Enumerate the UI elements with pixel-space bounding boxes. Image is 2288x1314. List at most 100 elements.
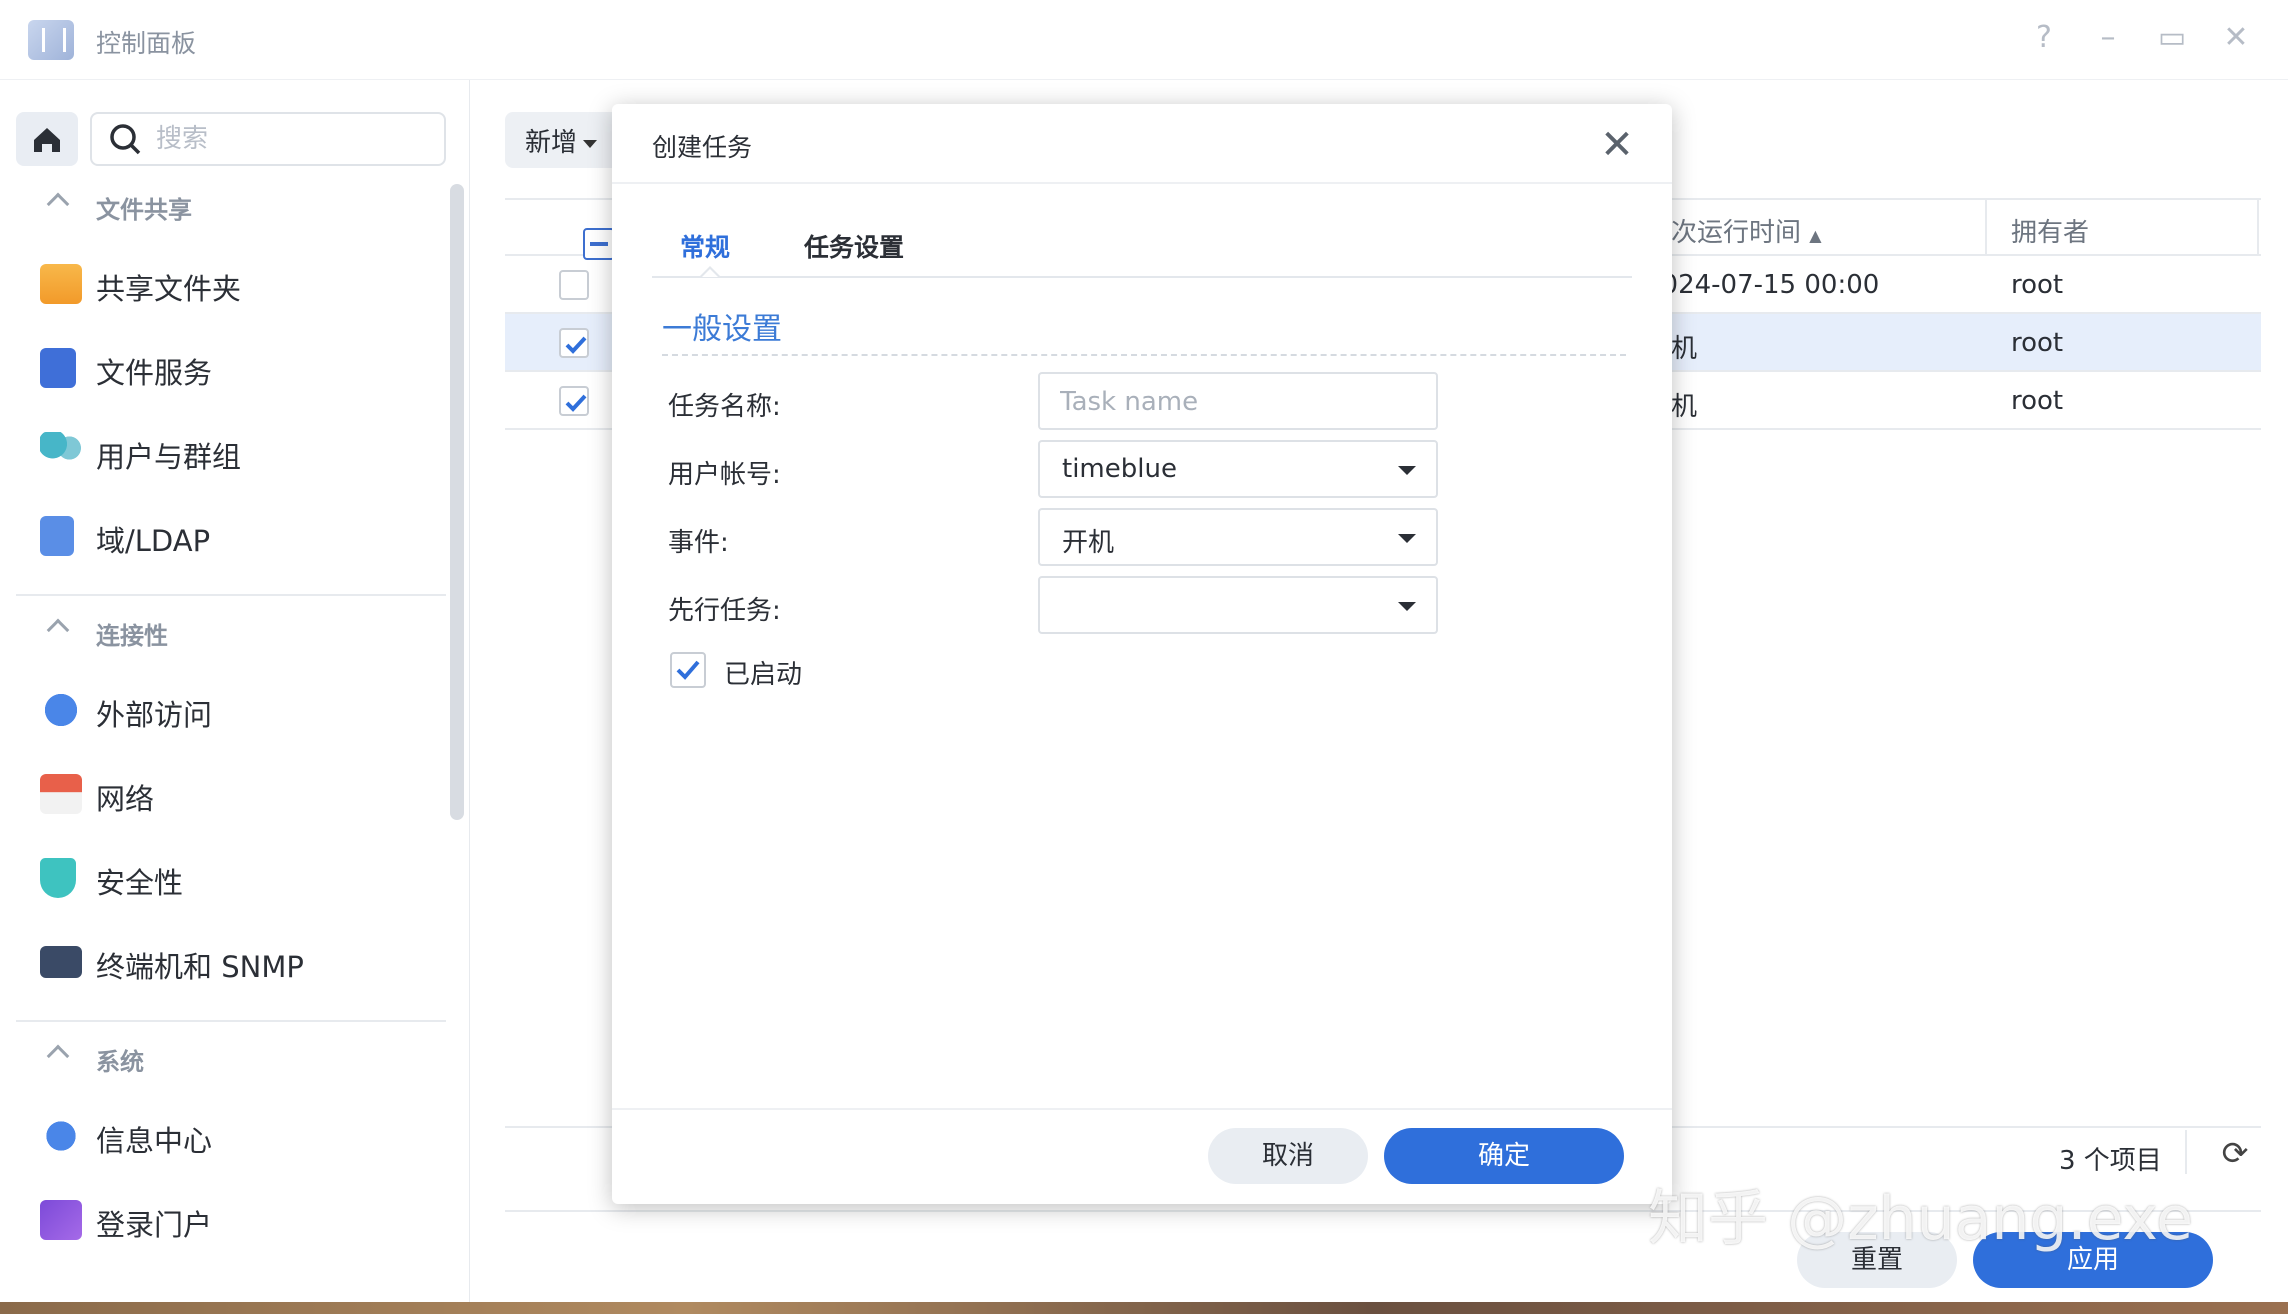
sidebar-item-label: 文件服务	[96, 356, 213, 390]
sidebar-item-login-portal[interactable]: 登录门户	[0, 1188, 440, 1252]
col-owner-header[interactable]: 拥有者	[2011, 212, 2089, 249]
footer-separator	[2185, 1130, 2187, 1174]
event-value: 开机	[1062, 528, 1115, 558]
row-owner: root	[2011, 386, 2064, 416]
user-account-label: 用户帐号:	[668, 460, 781, 490]
maximize-icon[interactable]: ▭	[2152, 18, 2192, 58]
ok-button[interactable]: 确定	[1384, 1128, 1624, 1184]
row-owner: root	[2011, 328, 2064, 358]
caret-down-icon	[583, 139, 598, 148]
sidebar-divider	[16, 594, 446, 596]
search-input[interactable]	[156, 122, 426, 156]
network-house-icon	[40, 774, 82, 814]
info-icon	[40, 1116, 82, 1156]
pre-task-select[interactable]	[1038, 576, 1438, 634]
section-divider	[662, 354, 1626, 356]
sidebar-item-user-group[interactable]: 用户与群组	[0, 420, 440, 484]
section-file-sharing[interactable]: 文件共享	[0, 182, 440, 232]
sidebar-search[interactable]	[90, 112, 446, 166]
user-account-select[interactable]: timeblue	[1038, 440, 1438, 498]
section-title: 一般设置	[662, 312, 782, 347]
users-icon	[40, 432, 82, 472]
dialog-close-icon[interactable]: ✕	[1592, 120, 1642, 170]
sidebar-item-label: 网络	[96, 782, 155, 816]
sidebar-item-security[interactable]: 安全性	[0, 846, 440, 910]
check-icon	[565, 394, 587, 412]
desktop-background	[0, 1300, 2288, 1314]
dropdown-arrow-icon	[1398, 602, 1416, 611]
portal-icon	[40, 1200, 82, 1240]
enabled-checkbox[interactable]	[670, 652, 706, 688]
pre-task-label: 先行任务:	[668, 596, 781, 626]
task-name-input[interactable]	[1060, 384, 1420, 420]
terminal-icon	[40, 946, 82, 978]
user-account-value: timeblue	[1062, 454, 1177, 484]
new-button-label: 新增	[525, 128, 578, 158]
task-name-label: 任务名称:	[668, 392, 781, 422]
sidebar-item-label: 终端机和 SNMP	[96, 950, 304, 984]
id-card-icon	[40, 516, 74, 556]
row-enabled-checkbox[interactable]	[559, 270, 589, 300]
row-next-run: 2024-07-15 00:00	[1645, 270, 1880, 300]
section-connectivity[interactable]: 连接性	[0, 608, 440, 658]
section-label: 连接性	[96, 622, 168, 650]
sidebar: 文件共享 共享文件夹 文件服务 用户与群组 域/LDAP 连接性 外部访问	[0, 80, 470, 1302]
dialog-footer-line	[612, 1108, 1672, 1110]
help-icon[interactable]: ?	[2024, 18, 2064, 58]
event-label: 事件:	[668, 528, 729, 558]
tab-general[interactable]: 常规	[680, 228, 730, 264]
sidebar-item-network[interactable]: 网络	[0, 762, 440, 826]
sidebar-item-external-access[interactable]: 外部访问	[0, 678, 440, 742]
dropdown-arrow-icon	[1398, 466, 1416, 475]
file-services-icon	[40, 348, 76, 388]
section-system[interactable]: 系统	[0, 1034, 440, 1084]
dropdown-arrow-icon	[1398, 534, 1416, 543]
sidebar-item-label: 共享文件夹	[96, 272, 242, 306]
chevron-up-icon	[46, 618, 70, 642]
active-tab-pointer	[700, 266, 720, 277]
column-separator	[1985, 200, 1987, 256]
sidebar-item-label: 用户与群组	[96, 440, 242, 474]
sidebar-item-shared-folder[interactable]: 共享文件夹	[0, 252, 440, 316]
sidebar-item-label: 信息中心	[96, 1124, 213, 1158]
event-select[interactable]: 开机	[1038, 508, 1438, 566]
chevron-up-icon	[46, 1044, 70, 1068]
sidebar-item-label: 外部访问	[96, 698, 213, 732]
control-panel-app-icon	[28, 20, 74, 60]
home-icon	[34, 128, 60, 152]
folder-icon	[40, 264, 82, 304]
chevron-up-icon	[46, 192, 70, 216]
sidebar-item-label: 登录门户	[96, 1208, 213, 1242]
cancel-button[interactable]: 取消	[1208, 1128, 1368, 1184]
create-task-dialog: 创建任务 ✕ 常规 任务设置 一般设置 任务名称: 用户帐号: timeblue…	[612, 104, 1672, 1204]
sidebar-item-label: 域/LDAP	[96, 524, 211, 558]
close-window-icon[interactable]: ✕	[2216, 18, 2256, 58]
sidebar-item-domain-ldap[interactable]: 域/LDAP	[0, 504, 440, 568]
task-name-field[interactable]	[1038, 372, 1438, 430]
dialog-header: 创建任务 ✕	[612, 104, 1672, 184]
sidebar-item-terminal-snmp[interactable]: 终端机和 SNMP	[0, 930, 440, 994]
row-enabled-checkbox[interactable]	[559, 386, 589, 416]
enabled-label[interactable]: 已启动	[724, 654, 802, 691]
section-label: 系统	[96, 1048, 144, 1076]
sidebar-item-file-services[interactable]: 文件服务	[0, 336, 440, 400]
minimize-icon[interactable]: –	[2088, 18, 2128, 58]
row-enabled-checkbox[interactable]	[559, 328, 589, 358]
search-icon	[110, 124, 141, 155]
sidebar-divider	[16, 1020, 446, 1022]
section-label: 文件共享	[96, 196, 192, 224]
sidebar-item-info-center[interactable]: 信息中心	[0, 1104, 440, 1168]
new-button[interactable]: 新增	[505, 112, 625, 168]
dialog-tabs: 常规 任务设置	[652, 220, 1632, 278]
dialog-title: 创建任务	[652, 133, 753, 162]
home-button[interactable]	[16, 112, 78, 166]
watermark: 知乎 @zhuang.exe	[1648, 1184, 2194, 1254]
globe-icon	[40, 690, 82, 730]
title-bar: 控制面板 ? – ▭ ✕	[0, 0, 2288, 80]
tab-task-settings[interactable]: 任务设置	[804, 228, 904, 264]
check-icon	[565, 336, 587, 354]
sidebar-item-label: 安全性	[96, 866, 184, 900]
sidebar-scrollbar[interactable]	[450, 184, 464, 820]
row-owner: root	[2011, 270, 2064, 300]
refresh-icon[interactable]: ⟳	[2215, 1134, 2255, 1174]
